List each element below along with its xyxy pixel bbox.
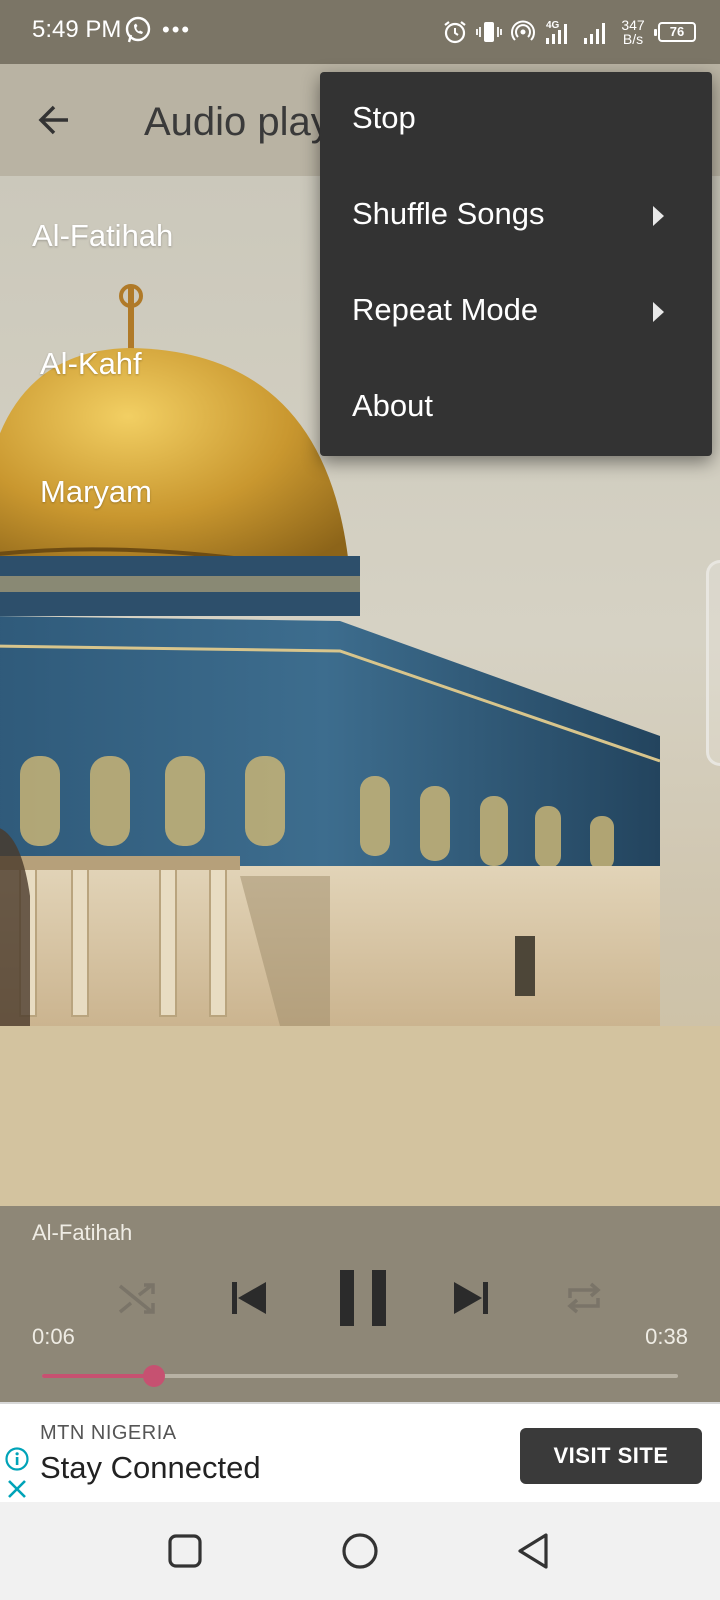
menu-item-about[interactable]: About [320, 360, 712, 456]
repeat-button[interactable] [556, 1270, 612, 1326]
network-speed-unit: B/s [622, 31, 644, 47]
seek-progress [42, 1374, 154, 1378]
seek-bar[interactable] [42, 1365, 678, 1387]
network-speed-value: 347 [621, 17, 645, 33]
back-nav-icon[interactable] [514, 1530, 556, 1572]
ad-headline: Stay Connected [40, 1450, 261, 1485]
skip-next-icon [454, 1282, 488, 1314]
ad-brand: MTN NIGERIA [40, 1422, 177, 1444]
menu-item-label: Stop [352, 100, 416, 135]
status-right-icons: 4G 347 B/s 76 [442, 14, 696, 50]
back-arrow-icon[interactable] [28, 94, 80, 146]
playlist-item-maryam[interactable]: Maryam [40, 474, 152, 510]
submenu-arrow-icon [653, 302, 664, 322]
menu-item-stop[interactable]: Stop [320, 72, 712, 168]
hotspot-icon [511, 20, 535, 41]
menu-item-shuffle-songs[interactable]: Shuffle Songs [320, 168, 712, 264]
menu-item-repeat-mode[interactable]: Repeat Mode [320, 264, 712, 360]
more-dots-icon: ••• [162, 17, 192, 42]
previous-button[interactable] [220, 1270, 276, 1326]
visit-site-button[interactable]: VISIT SITE [520, 1428, 702, 1484]
whatsapp-icon [125, 16, 151, 43]
playlist-item-al-fatihah[interactable]: Al-Fatihah [32, 218, 173, 254]
shuffle-icon [118, 1283, 155, 1314]
status-time: 5:49 PM [32, 16, 122, 43]
system-nav-bar [0, 1502, 720, 1600]
current-time: 0:06 [32, 1324, 75, 1349]
now-playing-title: Al-Fatihah [32, 1220, 133, 1245]
network-speed: 347 B/s [616, 18, 650, 46]
seek-thumb[interactable] [142, 1365, 165, 1387]
repeat-icon [567, 1282, 601, 1314]
pause-button[interactable] [332, 1264, 396, 1332]
menu-item-label: Repeat Mode [352, 292, 539, 327]
vibrate-icon [476, 22, 502, 42]
info-icon[interactable] [4, 1446, 30, 1472]
submenu-arrow-icon [653, 206, 664, 226]
signal-icon [584, 23, 605, 44]
overflow-menu: Stop Shuffle Songs Repeat Mode About [320, 72, 712, 456]
ad-banner[interactable]: MTN NIGERIA Stay Connected VISIT SITE [0, 1402, 720, 1502]
side-drawer-handle[interactable] [706, 560, 720, 766]
home-icon[interactable] [339, 1530, 381, 1572]
status-left-icons: ••• [124, 16, 191, 44]
next-button[interactable] [444, 1270, 500, 1326]
close-icon[interactable] [4, 1476, 30, 1502]
svg-text:4G: 4G [546, 20, 560, 31]
battery-icon: 76 [654, 22, 696, 42]
skip-previous-icon [232, 1282, 266, 1314]
signal-4g-icon: 4G [546, 20, 567, 44]
playlist-item-al-kahf[interactable]: Al-Kahf [40, 346, 142, 382]
menu-item-label: About [352, 388, 434, 423]
alarm-icon [444, 21, 466, 44]
duration-time: 0:38 [645, 1324, 688, 1349]
pause-icon [340, 1270, 386, 1326]
menu-item-label: Shuffle Songs [352, 196, 545, 231]
shuffle-button[interactable] [108, 1270, 164, 1326]
player-panel: Al-Fatihah 0:06 0:38 [0, 1206, 720, 1402]
recents-icon[interactable] [164, 1530, 206, 1572]
status-bar: 5:49 PM ••• 4G 347 B/s 76 [0, 0, 720, 64]
